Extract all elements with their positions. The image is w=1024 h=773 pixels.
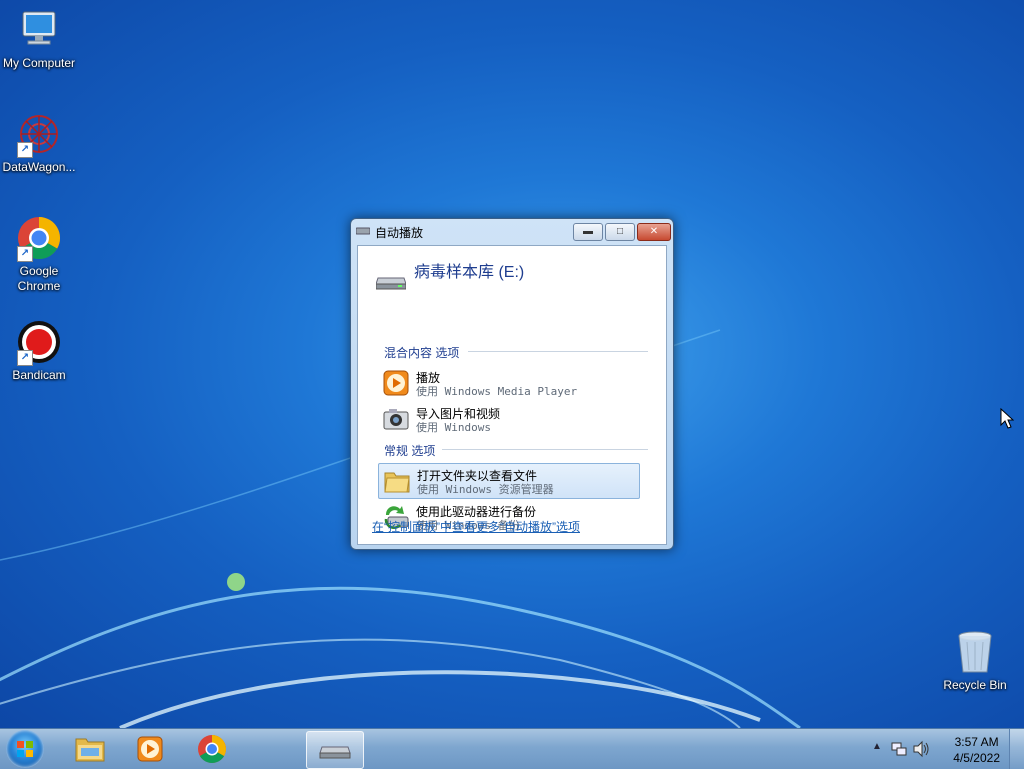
shortcut-arrow-icon: ↗ bbox=[17, 142, 33, 158]
taskbar-chrome-button[interactable] bbox=[186, 731, 238, 767]
media-player-icon bbox=[137, 736, 163, 762]
taskbar-media-player-button[interactable] bbox=[124, 731, 176, 767]
desktop: My Computer ↗ DataWagon... ↗ Google Chro bbox=[0, 0, 1024, 728]
recycle-bin-icon bbox=[958, 631, 992, 673]
section-media-options: 混合内容 选项 bbox=[384, 346, 460, 360]
autoplay-dialog: 自动播放 ▬ □ ✕ 病毒样本库 (E:) 混合内容 选项 播放 使用 Wind… bbox=[350, 218, 674, 550]
dialog-titlebar[interactable]: 自动播放 ▬ □ ✕ bbox=[351, 219, 673, 245]
close-button[interactable]: ✕ bbox=[637, 223, 671, 241]
explorer-icon bbox=[75, 738, 105, 762]
option-import-photos[interactable]: 导入图片和视频 使用 Windows bbox=[378, 402, 638, 436]
option-sublabel: 使用 Windows Media Player bbox=[416, 385, 578, 398]
icon-label: My Computer bbox=[2, 56, 76, 70]
icon-label: Google Chrome bbox=[17, 264, 61, 293]
folder-icon bbox=[384, 472, 410, 493]
maximize-button[interactable]: □ bbox=[605, 223, 635, 241]
desktop-icon-my-computer[interactable]: My Computer bbox=[0, 6, 78, 71]
divider bbox=[442, 449, 648, 450]
camera-icon bbox=[383, 409, 409, 430]
shortcut-arrow-icon: ↗ bbox=[17, 350, 33, 366]
taskbar-autoplay-button[interactable] bbox=[306, 731, 364, 769]
section-general-options: 常规 选项 bbox=[384, 444, 436, 458]
show-desktop-button[interactable] bbox=[1009, 729, 1024, 769]
dialog-title: 自动播放 bbox=[375, 226, 424, 240]
clock[interactable]: 3:57 AM 4/5/2022 bbox=[953, 734, 1000, 766]
chrome-icon bbox=[198, 735, 226, 763]
system-tray: ▲ 3:57 AM 4/5/2022 bbox=[864, 729, 1024, 769]
clock-time: 3:57 AM bbox=[954, 735, 999, 749]
desktop-icon-recycle-bin[interactable]: Recycle Bin bbox=[936, 628, 1014, 693]
option-open-folder[interactable]: 打开文件夹以查看文件 使用 Windows 资源管理器 bbox=[378, 463, 640, 499]
windows-logo-icon bbox=[17, 741, 33, 757]
show-hidden-icons-button[interactable]: ▲ bbox=[872, 741, 882, 752]
drive-icon bbox=[356, 227, 370, 235]
taskbar: ▲ 3:57 AM 4/5/2022 bbox=[0, 728, 1024, 769]
shortcut-arrow-icon: ↗ bbox=[17, 246, 33, 262]
option-play[interactable]: 播放 使用 Windows Media Player bbox=[378, 366, 638, 400]
network-icon[interactable] bbox=[890, 740, 908, 758]
mouse-cursor-icon bbox=[1000, 408, 1014, 429]
drive-icon bbox=[319, 746, 351, 759]
taskbar-explorer-button[interactable] bbox=[64, 731, 116, 767]
option-sublabel: 使用 Windows 资源管理器 bbox=[417, 483, 554, 496]
desktop-icon-google-chrome[interactable]: ↗ Google Chrome bbox=[0, 214, 78, 294]
drive-name: 病毒样本库 (E:) bbox=[414, 264, 525, 281]
clock-date: 4/5/2022 bbox=[953, 751, 1000, 765]
start-button[interactable] bbox=[6, 730, 44, 768]
icon-label: DataWagon... bbox=[2, 160, 76, 174]
icon-label: Recycle Bin bbox=[943, 678, 1007, 692]
desktop-icon-datawagon[interactable]: ↗ DataWagon... bbox=[0, 110, 78, 175]
divider bbox=[468, 351, 648, 352]
computer-icon bbox=[22, 11, 56, 45]
media-player-icon bbox=[383, 370, 409, 396]
dialog-content: 病毒样本库 (E:) 混合内容 选项 播放 使用 Windows Media P… bbox=[357, 245, 667, 545]
minimize-button[interactable]: ▬ bbox=[573, 223, 603, 241]
drive-icon bbox=[376, 277, 406, 290]
control-panel-link[interactable]: 在“控制面板”中查看更多“自动播放”选项 bbox=[372, 518, 580, 535]
desktop-icon-bandicam[interactable]: ↗ Bandicam bbox=[0, 318, 78, 383]
icon-label: Bandicam bbox=[12, 368, 66, 382]
option-sublabel: 使用 Windows bbox=[416, 421, 491, 434]
volume-icon[interactable] bbox=[912, 740, 930, 758]
